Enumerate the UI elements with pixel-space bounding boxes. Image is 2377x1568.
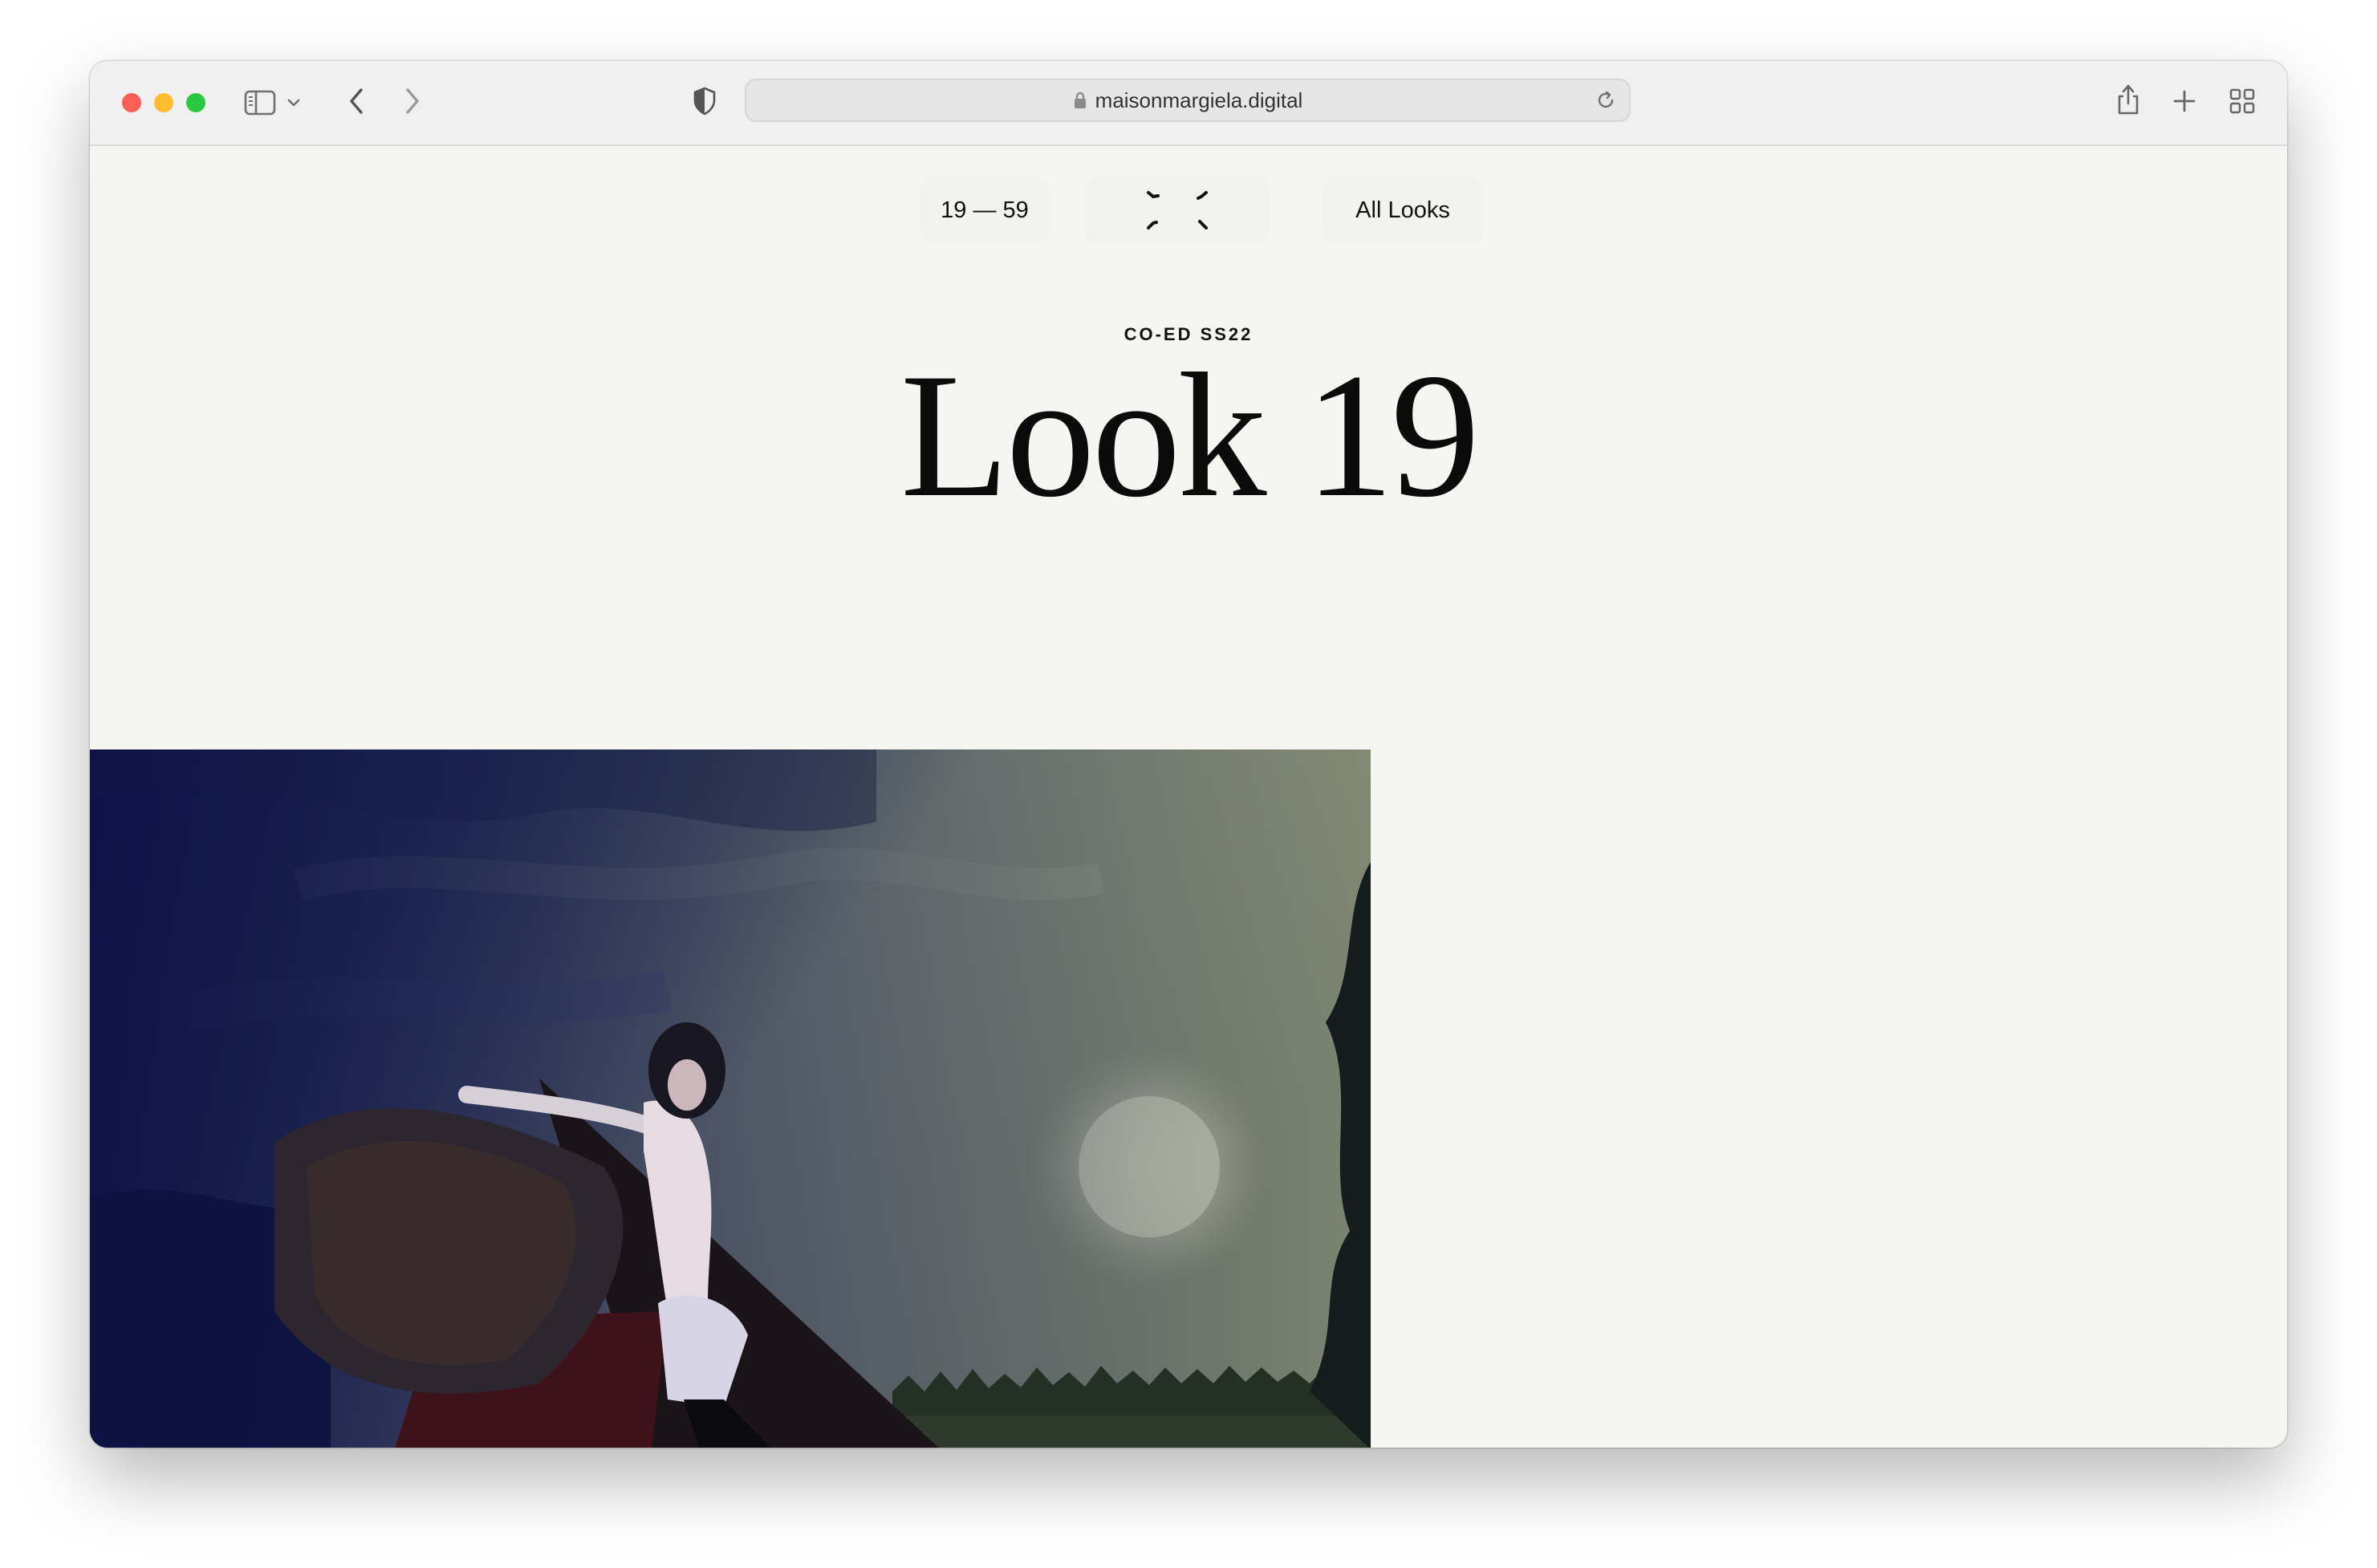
shield-icon[interactable] xyxy=(690,85,719,117)
all-looks-label: All Looks xyxy=(1355,197,1450,223)
tab-overview-icon[interactable] xyxy=(2228,85,2257,117)
look-title: Look 19 xyxy=(900,337,1480,534)
loading-spinner-icon xyxy=(1085,177,1270,244)
plus-icon[interactable] xyxy=(2170,85,2199,117)
url-text: maisonmargiela.digital xyxy=(1095,87,1303,112)
share-icon[interactable] xyxy=(2112,80,2144,119)
look-range-button[interactable]: 19 — 59 xyxy=(920,177,1050,244)
browser-window: maisonmargiela.digital 19 — 59 All Looks… xyxy=(90,61,2287,1448)
zoom-window-button[interactable] xyxy=(186,93,205,112)
lock-icon xyxy=(1073,91,1087,110)
reload-icon[interactable] xyxy=(1594,88,1618,112)
back-arrow-icon[interactable] xyxy=(343,85,369,117)
sidebar-icon[interactable] xyxy=(242,87,278,119)
all-looks-button[interactable]: All Looks xyxy=(1323,177,1483,244)
minimize-window-button[interactable] xyxy=(154,93,173,112)
forward-arrow-icon[interactable] xyxy=(400,85,425,117)
chevron-down-icon[interactable] xyxy=(286,93,302,112)
close-window-button[interactable] xyxy=(122,93,141,112)
look-page: 19 — 59 All Looks CO-ED SS22 Look 19 xyxy=(90,146,2287,1448)
address-bar[interactable]: maisonmargiela.digital xyxy=(745,79,1631,122)
browser-toolbar: maisonmargiela.digital xyxy=(90,61,2287,146)
look-range-label: 19 — 59 xyxy=(941,197,1029,223)
hooded-figure-under-moonlit-sky-photo xyxy=(90,749,1371,1448)
